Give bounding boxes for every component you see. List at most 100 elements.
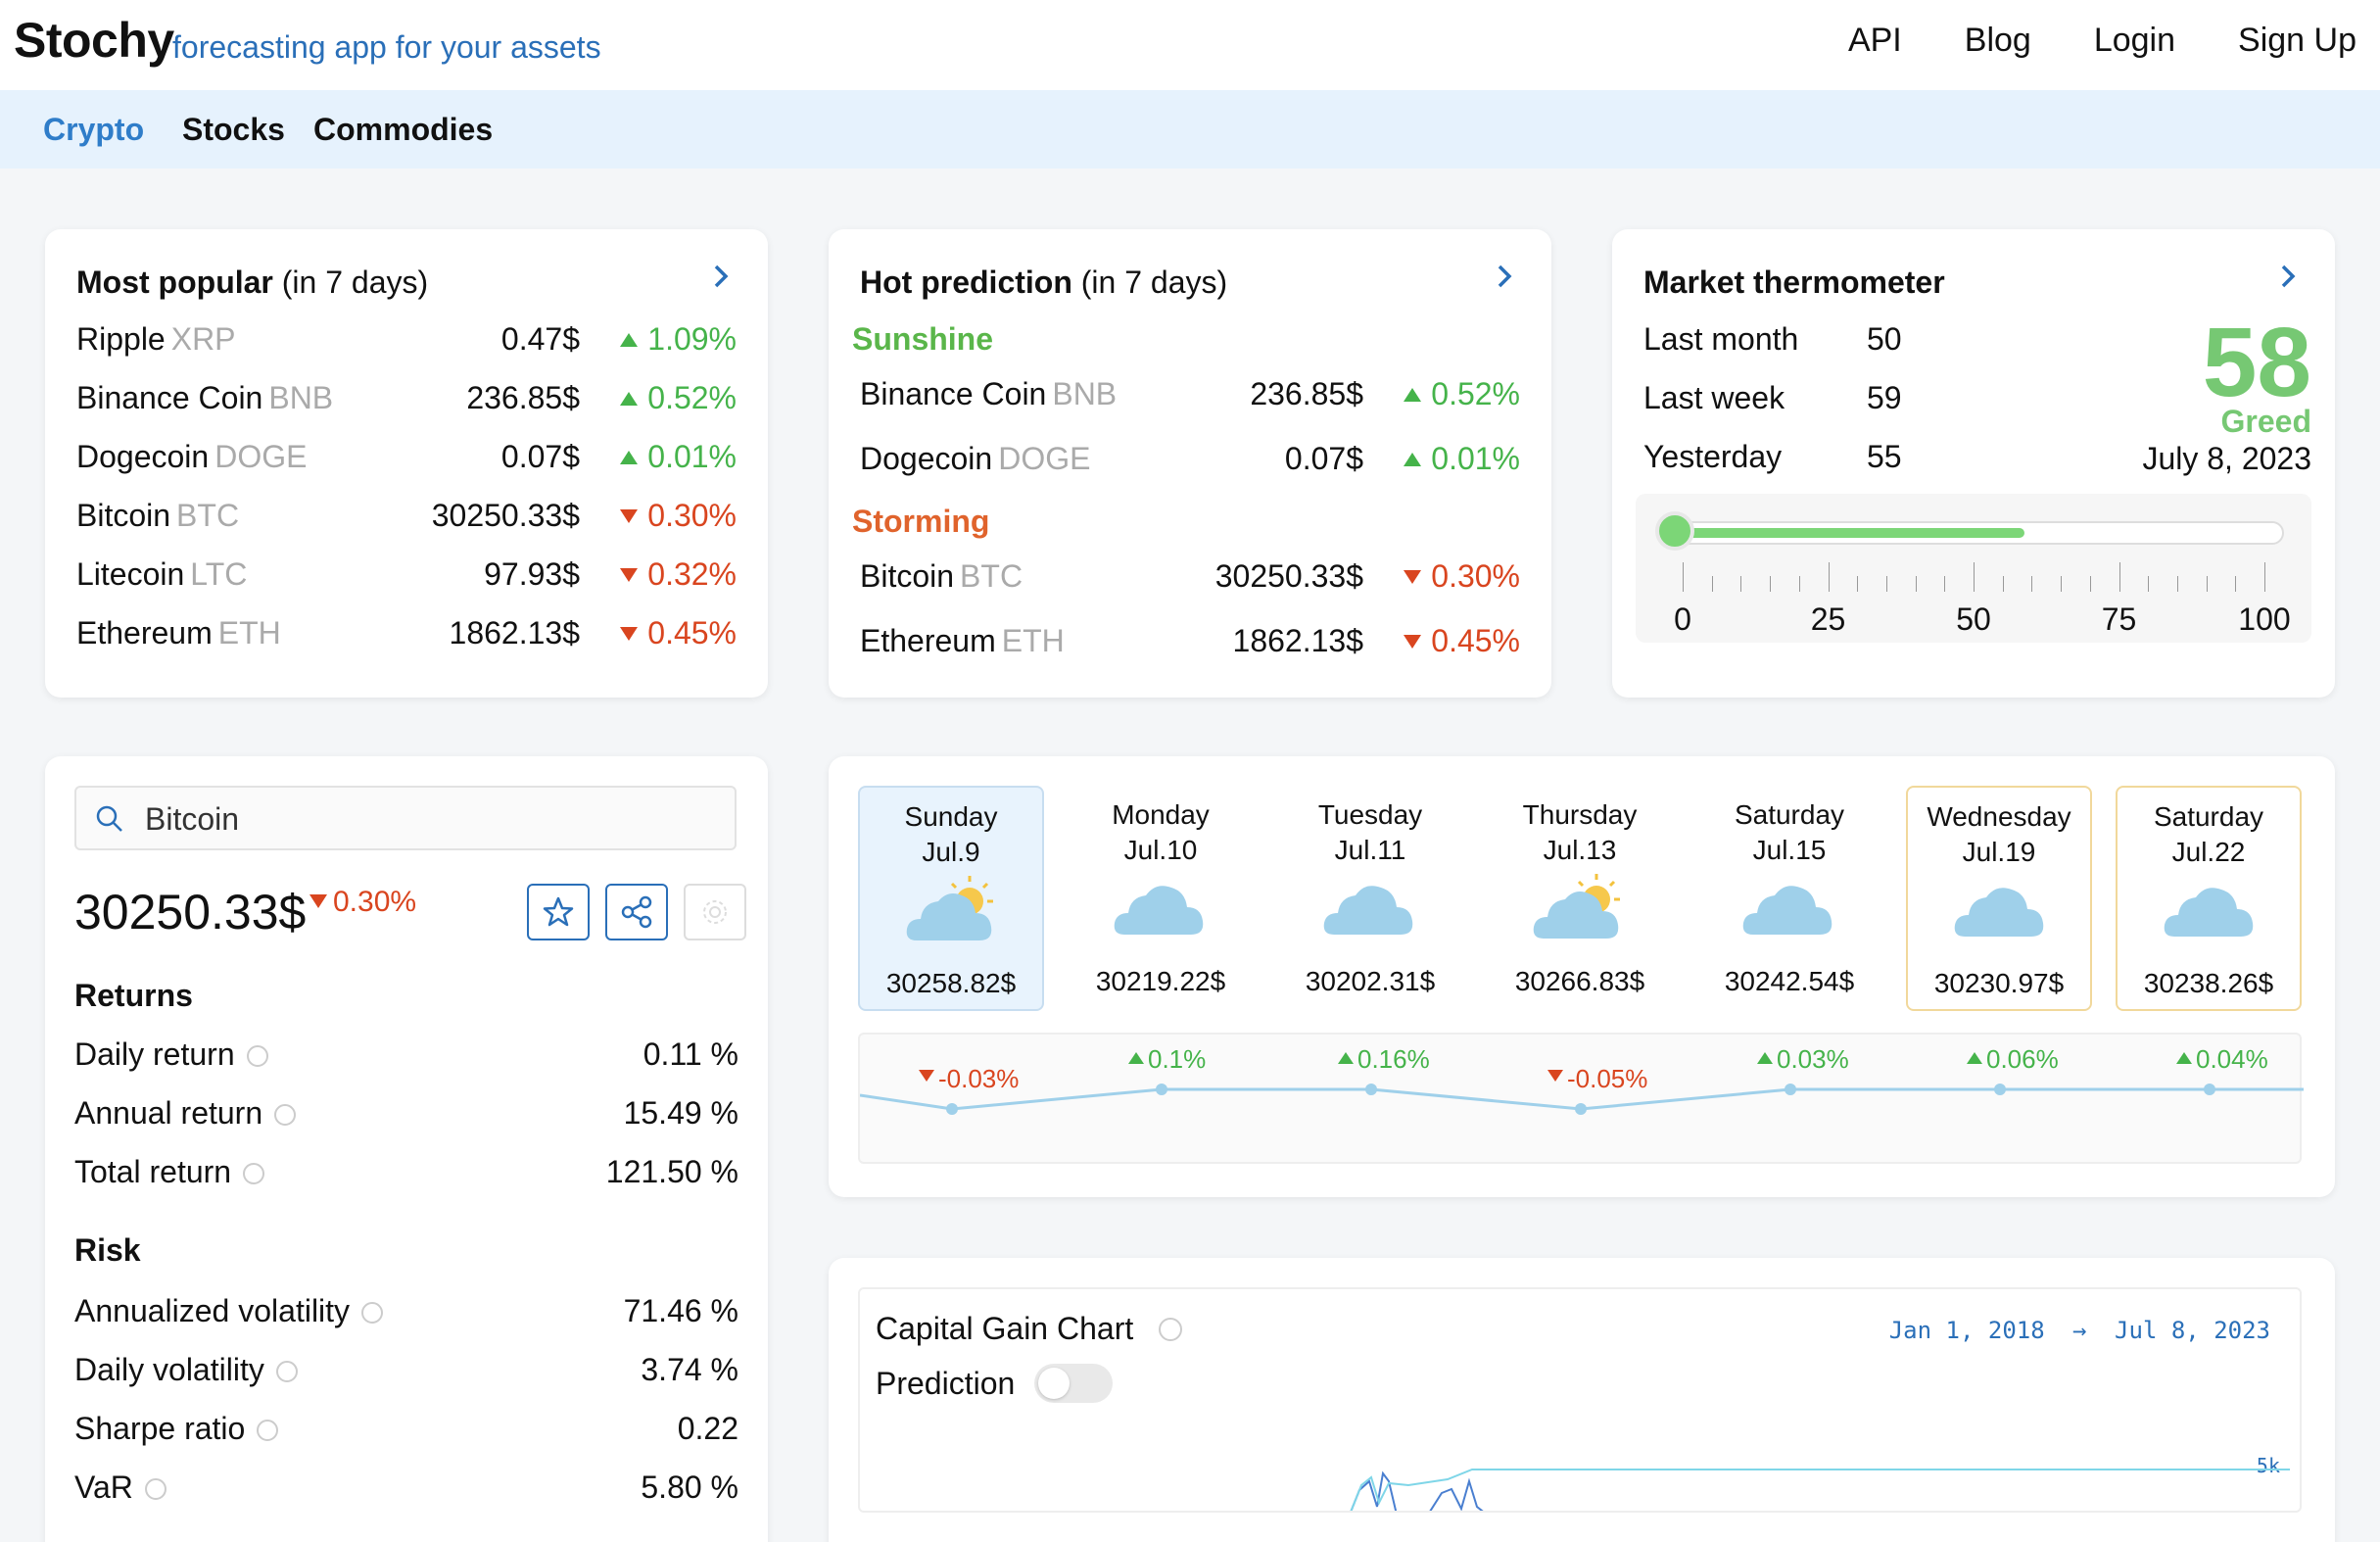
asset-price: 30250.33$ [431, 498, 580, 533]
info-icon[interactable] [275, 1361, 298, 1382]
day-date: Jul.15 [1752, 835, 1827, 865]
top-bar: Stochy forecasting app for your assets A… [0, 0, 2380, 90]
info-icon[interactable] [246, 1045, 268, 1067]
stat-value: 0.22 [677, 1411, 738, 1446]
day-name: Monday [1112, 799, 1210, 830]
chevron-right-icon[interactable] [705, 261, 737, 292]
sparkline-point[interactable] [1785, 1084, 1796, 1095]
asset-name: Binance Coin BNB [860, 376, 1118, 411]
returns-heading: Returns [74, 978, 193, 1013]
most-popular-card: Most popular (in 7 days) Ripple XRP 0.47$ 1… [45, 229, 768, 698]
storming-asset-row[interactable]: Ethereum ETH 1862.13$ 0.45% [860, 623, 1520, 662]
stat-row: VaR 5.80 % [74, 1470, 738, 1509]
asset-price: 236.85$ [1250, 376, 1363, 411]
triangle-down-icon [919, 1070, 934, 1082]
day-price: 30242.54$ [1724, 966, 1855, 996]
stat-label: VaR [74, 1470, 167, 1506]
forecast-day[interactable]: Tuesday Jul.11 30202.31$ [1277, 786, 1463, 1011]
asset-change: 0.52% [1404, 376, 1520, 412]
asset-change: 0.01% [1404, 441, 1520, 477]
forecast-day[interactable]: Wednesday Jul.19 30230.97$ [1906, 786, 2092, 1011]
info-icon[interactable] [274, 1104, 297, 1126]
sparkline-point[interactable] [1994, 1084, 2006, 1095]
asset-change: 1.09% [620, 321, 737, 358]
sunshine-asset-row[interactable]: Dogecoin DOGE 0.07$ 0.01% [860, 441, 1520, 480]
tab-commodities[interactable]: Commodies [313, 112, 493, 148]
chevron-right-icon[interactable] [1489, 261, 1520, 292]
slider-knob[interactable] [1655, 511, 1694, 551]
change-label: 0.03% [1777, 1044, 1849, 1074]
stat-label: Daily volatility [74, 1352, 298, 1388]
thermometer-date: July 8, 2023 [2142, 441, 2311, 476]
info-icon[interactable] [144, 1478, 167, 1500]
search-input[interactable] [145, 801, 693, 837]
hot-prediction-title: Hot prediction (in 7 days) [860, 265, 1228, 300]
triangle-up-icon [1338, 1052, 1354, 1064]
tagline: forecasting app for your assets [172, 29, 601, 65]
popular-asset-row[interactable]: Ethereum ETH 1862.13$ 0.45% [76, 615, 737, 654]
chevron-right-icon[interactable] [2272, 261, 2304, 292]
search-box[interactable] [74, 786, 737, 850]
popular-asset-row[interactable]: Bitcoin BTC 30250.33$ 0.30% [76, 498, 737, 537]
sparkline-point[interactable] [946, 1103, 958, 1115]
info-icon[interactable] [257, 1420, 279, 1441]
asset-name: Ethereum ETH [860, 623, 1065, 658]
slider-tick [2176, 576, 2178, 592]
sunshine-asset-row[interactable]: Binance Coin BNB 236.85$ 0.52% [860, 376, 1520, 415]
day-price: 30238.26$ [2143, 968, 2274, 998]
logo[interactable]: Stochy [14, 12, 174, 69]
forecast-day[interactable]: Thursday Jul.13 30266.83$ [1487, 786, 1673, 1011]
popular-asset-row[interactable]: Ripple XRP 0.47$ 1.09% [76, 321, 737, 361]
storming-asset-row[interactable]: Bitcoin BTC 30250.33$ 0.30% [860, 558, 1520, 598]
cloud-icon [1323, 886, 1413, 935]
greed-score: 58 [2202, 308, 2311, 417]
asset-name: Dogecoin DOGE [76, 439, 308, 474]
slider-tick [2031, 576, 2033, 592]
asset-change: 0.30% [309, 886, 416, 919]
asset-change: 0.30% [620, 498, 737, 534]
asset-change: 0.45% [1404, 623, 1520, 659]
search-icon [96, 805, 122, 832]
forecast-day[interactable]: Monday Jul.10 30219.22$ [1068, 786, 1254, 1011]
asset-name: Bitcoin BTC [860, 558, 1023, 594]
category-tabs: Crypto Stocks Commodies [0, 90, 2380, 169]
info-icon[interactable] [361, 1302, 384, 1324]
popular-asset-row[interactable]: Litecoin LTC 97.93$ 0.32% [76, 556, 737, 596]
nav-signup-link[interactable]: Sign Up [2238, 22, 2356, 60]
slider-tick [1770, 576, 1772, 592]
forecast-day[interactable]: Saturday Jul.15 30242.54$ [1696, 786, 1882, 1011]
stat-row: Annualized volatility 71.46 % [74, 1293, 738, 1332]
stat-label: Annualized volatility [74, 1293, 384, 1329]
tab-crypto[interactable]: Crypto [43, 112, 144, 148]
change-label: -0.05% [1567, 1064, 1647, 1093]
asset-name: Binance Coin BNB [76, 380, 334, 415]
day-price: 30258.82$ [885, 968, 1017, 998]
popular-asset-row[interactable]: Binance Coin BNB 236.85$ 0.52% [76, 380, 737, 419]
favorite-button[interactable] [527, 884, 590, 940]
sparkline-point[interactable] [1575, 1103, 1587, 1115]
sparkline-point[interactable] [1156, 1084, 1167, 1095]
popular-asset-row[interactable]: Dogecoin DOGE 0.07$ 0.01% [76, 439, 737, 478]
info-icon[interactable] [243, 1163, 265, 1184]
slider-tick [1711, 576, 1713, 592]
forecast-day[interactable]: Sunday Jul.9 30258.82$ [858, 786, 1044, 1011]
asset-change: 0.01% [620, 439, 737, 475]
sparkline-point[interactable] [1365, 1084, 1377, 1095]
storming-label: Storming [852, 504, 990, 539]
day-price: 30266.83$ [1514, 966, 1645, 996]
settings-button[interactable] [684, 884, 746, 940]
nav-login-link[interactable]: Login [2094, 22, 2175, 60]
nav-api-link[interactable]: API [1848, 22, 1902, 60]
slider-tick [2089, 576, 2091, 592]
tab-stocks[interactable]: Stocks [182, 112, 285, 148]
slider-tick [2235, 576, 2237, 592]
stat-value: 3.74 % [641, 1352, 738, 1387]
stat-value: 0.11 % [643, 1036, 738, 1072]
slider-scale-label: 75 [2101, 602, 2137, 637]
cloud-icon [1954, 888, 2044, 937]
forecast-day[interactable]: Saturday Jul.22 30238.26$ [2116, 786, 2302, 1011]
asset-price: 30250.33$ [1214, 558, 1363, 594]
share-button[interactable] [605, 884, 668, 940]
sparkline-point[interactable] [2204, 1084, 2215, 1095]
nav-blog-link[interactable]: Blog [1965, 22, 2031, 60]
